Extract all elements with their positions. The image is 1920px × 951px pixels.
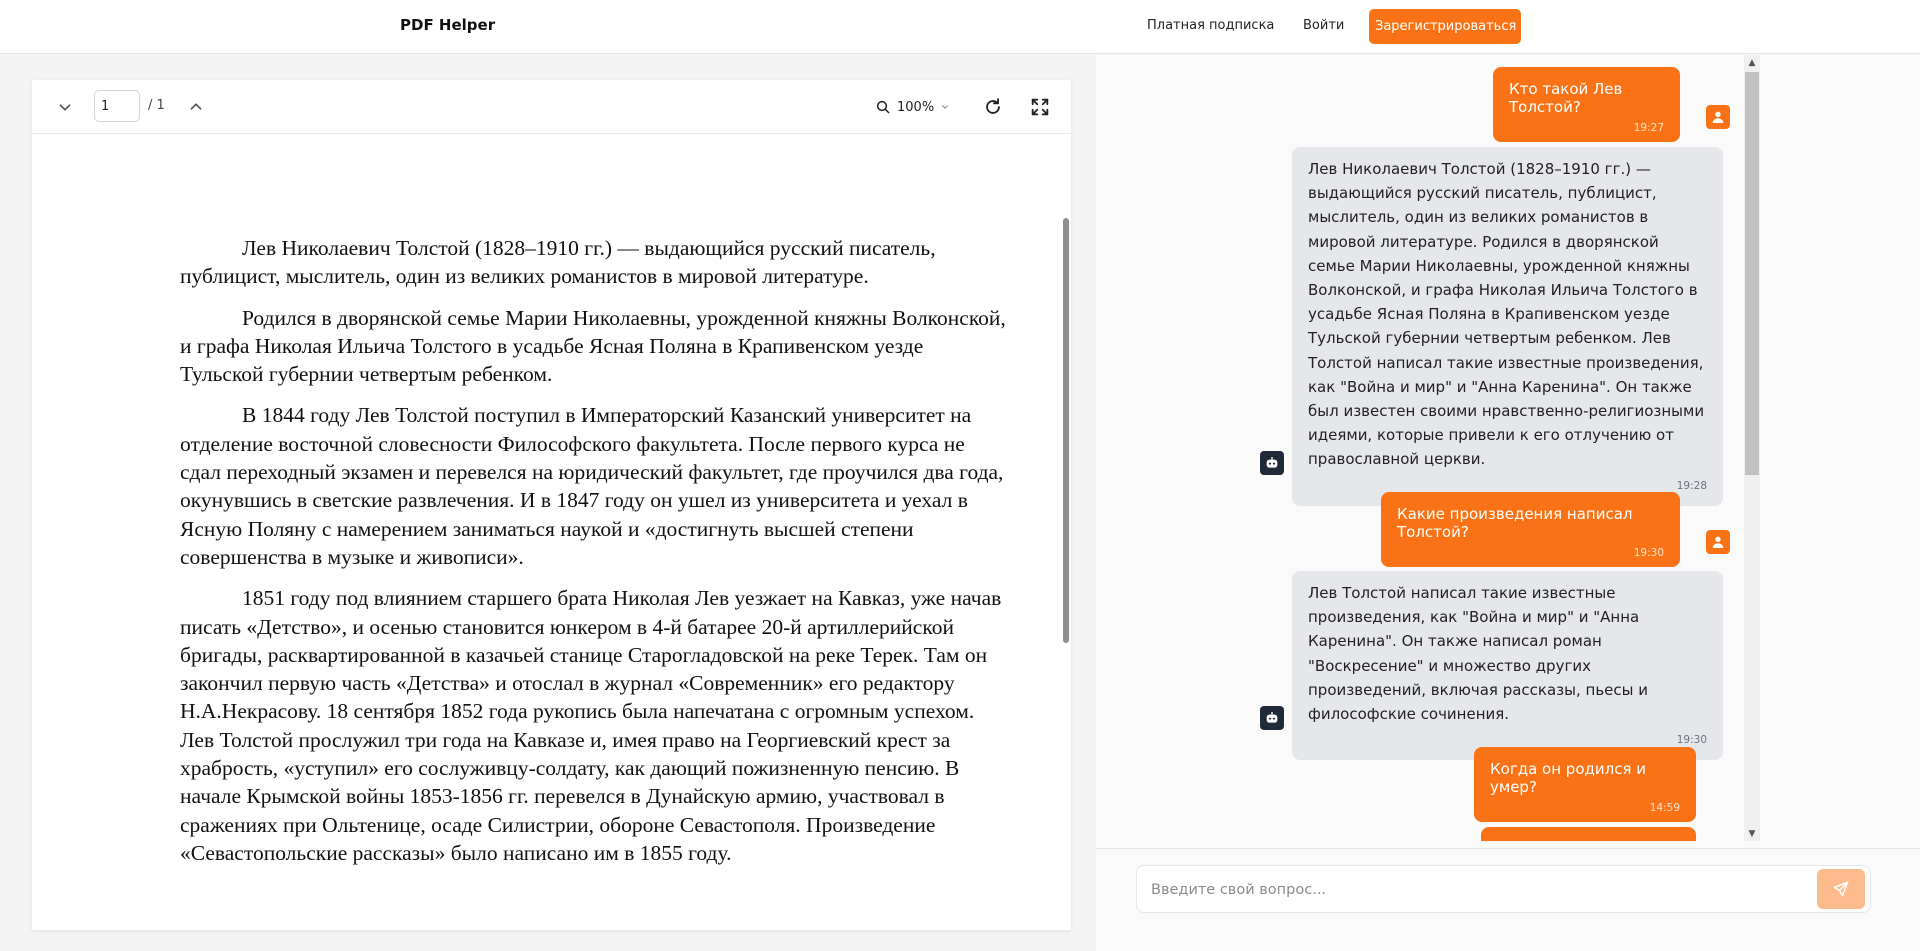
bot-message: Лев Николаевич Толстой (1828–1910 гг.) —… [1292,147,1723,506]
user-message: Когда он родился и умер? 14:59 [1474,747,1696,822]
bot-avatar [1260,706,1284,730]
robot-icon [1266,712,1278,723]
message-time: 19:30 [1633,547,1664,559]
user-icon [1712,111,1724,123]
zoom-dropdown-icon [942,105,949,109]
send-button[interactable] [1817,869,1865,909]
user-message: Какие произведения написал Толстой? 19:3… [1381,492,1680,567]
login-link[interactable]: Войти [1303,18,1344,33]
message-time: 19:27 [1633,122,1664,134]
top-header: PDF Helper Платная подписка Войти Зареги… [0,0,1920,54]
chevron-up-icon[interactable] [185,96,207,118]
chevron-down-icon[interactable] [54,96,76,118]
user-icon [1712,536,1724,548]
chat-input-box [1136,865,1871,913]
chat-scrollbar-thumb[interactable] [1745,72,1759,475]
message-text: Когда он родился и умер? [1490,760,1646,796]
message-time: 14:59 [1649,802,1680,814]
page-total: / 1 [148,98,165,113]
rotate-icon[interactable] [982,96,1004,118]
chat-divider [1096,848,1920,849]
user-message-partial [1481,827,1696,841]
pdf-paragraph: Родился в дворянской семье Марии Николае… [180,305,1006,387]
chat-messages: Кто такой Лев Толстой? 19:27 Лев Николае… [1096,55,1744,841]
scroll-down-arrow-icon[interactable]: ▼ [1744,826,1760,842]
pdf-page-viewport: Лев Николаевич Толстой (1828–1910 гг.) —… [32,134,1061,930]
message-text: Лев Николаевич Толстой (1828–1910 гг.) —… [1308,160,1705,469]
pdf-paragraph: Лев Николаевич Толстой (1828–1910 гг.) —… [180,236,936,289]
message-text: Кто такой Лев Толстой? [1509,80,1623,116]
pdf-page-content: Лев Николаевич Толстой (1828–1910 гг.) —… [180,234,1010,880]
app-logo[interactable]: PDF Helper [400,16,495,34]
pdf-scrollbar[interactable] [1061,134,1071,930]
register-button[interactable]: Зарегистрироваться [1369,9,1521,44]
zoom-control[interactable]: 100% [875,96,950,118]
send-icon [1833,881,1849,897]
bot-avatar [1260,451,1284,475]
question-input[interactable] [1149,876,1793,904]
pdf-scrollbar-thumb[interactable] [1063,218,1069,643]
user-avatar [1706,105,1730,129]
scroll-up-arrow-icon[interactable]: ▲ [1744,55,1760,71]
fullscreen-icon[interactable] [1029,96,1051,118]
page-number-input[interactable] [94,90,140,122]
user-avatar [1706,530,1730,554]
bot-message: Лев Толстой написал такие известные прои… [1292,571,1723,761]
robot-icon [1266,457,1278,468]
pdf-paragraph: 1851 году под влиянием старшего брата Ни… [180,586,1002,865]
user-message: Кто такой Лев Толстой? 19:27 [1493,67,1680,142]
pdf-paragraph: В 1844 году Лев Толстой поступил в Импер… [180,403,1004,569]
message-text: Какие произведения написал Толстой? [1397,505,1633,541]
message-text: Лев Толстой написал такие известные прои… [1308,584,1648,724]
zoom-value: 100% [897,99,935,115]
subscription-link[interactable]: Платная подписка [1147,18,1274,33]
pdf-toolbar: / 1 100% [32,80,1071,134]
search-icon [876,100,890,114]
